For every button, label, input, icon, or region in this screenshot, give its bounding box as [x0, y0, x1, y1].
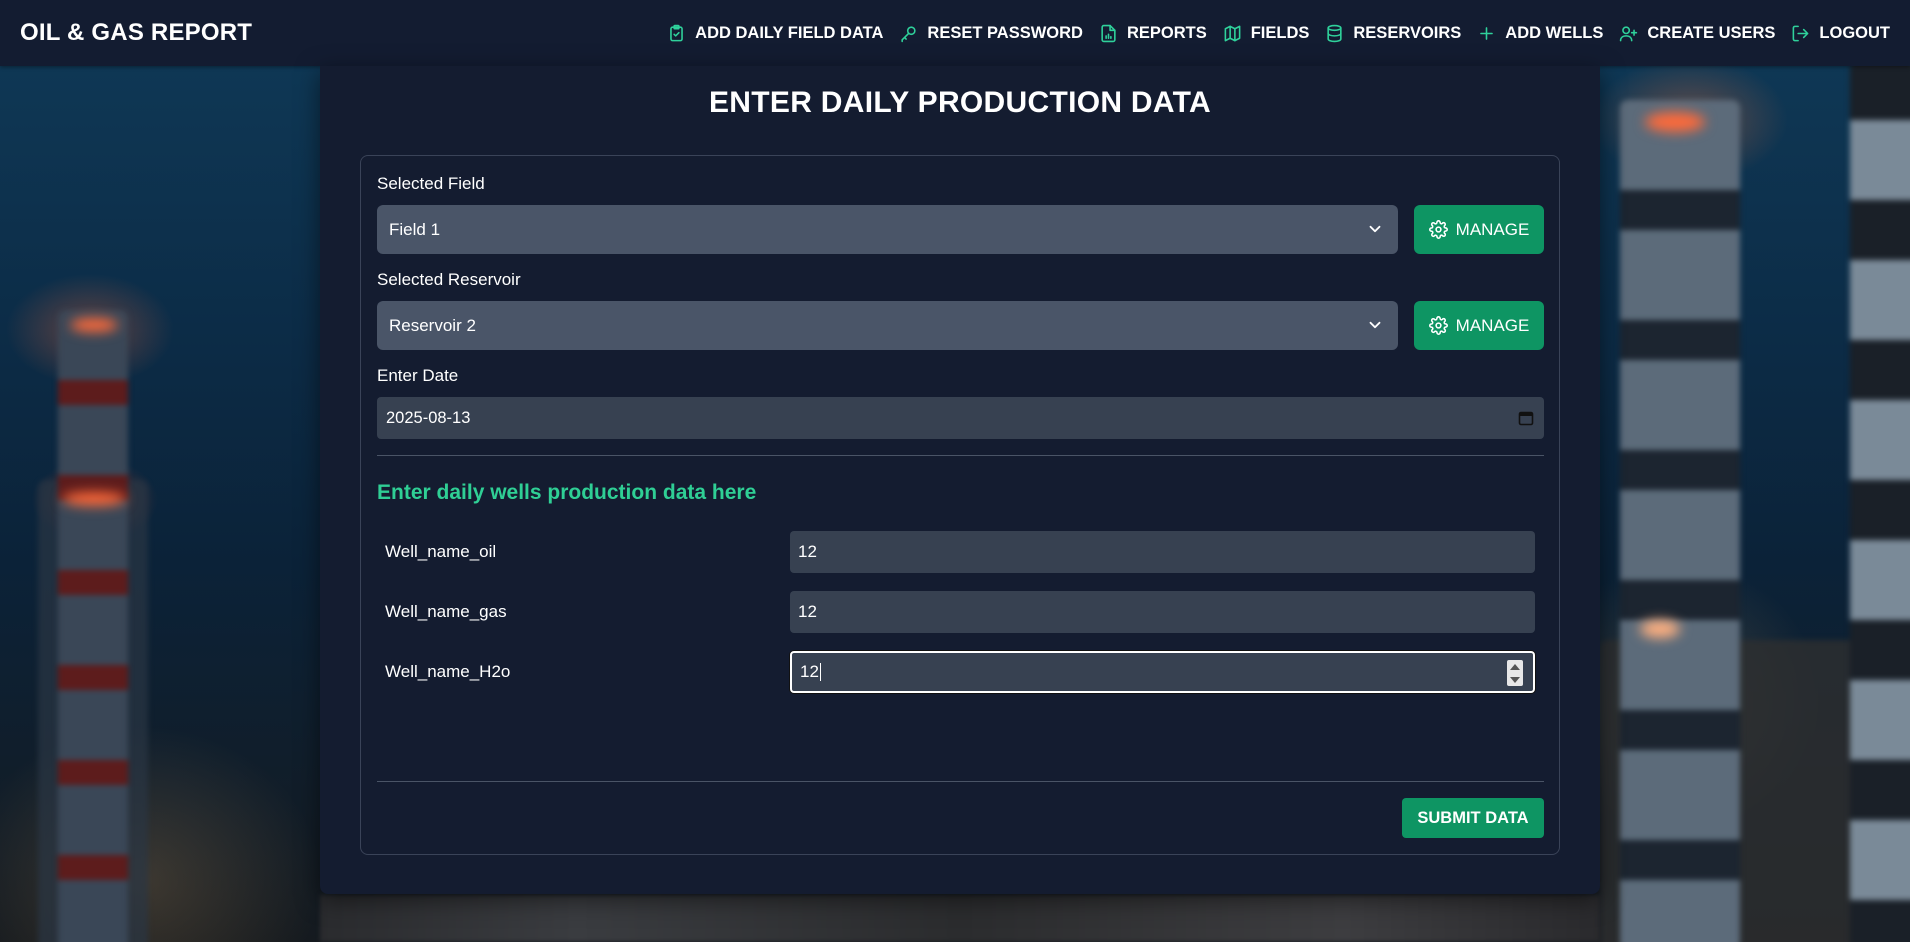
nav-reservoirs[interactable]: RESERVOIRS [1325, 24, 1461, 43]
reservoir-select-value: Reservoir 2 [389, 315, 476, 335]
nav-label: FIELDS [1250, 23, 1310, 42]
well-name: Well_name_H2o [385, 662, 511, 681]
app-brand[interactable]: OIL & GAS REPORT [20, 19, 252, 47]
spinner-down-icon[interactable] [1510, 676, 1520, 683]
nav-label: REPORTS [1126, 23, 1207, 42]
date-label: Enter Date [377, 366, 459, 385]
well-oil-input[interactable]: 12 [790, 531, 1535, 573]
field-select[interactable]: Field 1 [377, 205, 1398, 254]
database-icon [1327, 24, 1343, 42]
nav-label: ADD DAILY FIELD DATA [695, 23, 884, 42]
nav-label: RESERVOIRS [1353, 23, 1462, 42]
nav-reset-password[interactable]: RESET PASSWORD [899, 24, 1083, 43]
gear-icon [1428, 220, 1448, 239]
reservoir-label: Selected Reservoir [377, 270, 521, 289]
production-form: Selected Field Field 1 MANAGE Selected R… [360, 155, 1560, 855]
well-name: Well_name_gas [385, 602, 507, 621]
date-value: 2025-08-13 [386, 408, 471, 427]
well-value: 12 [798, 542, 817, 561]
plus-icon [1480, 26, 1494, 40]
map-icon [1224, 25, 1241, 41]
date-input[interactable]: 2025-08-13 [377, 397, 1544, 439]
key-icon [901, 25, 917, 42]
divider [377, 781, 1544, 782]
manage-reservoir-label: MANAGE [1455, 315, 1530, 335]
wells-section-heading: Enter daily wells production data here [377, 481, 757, 504]
nav-label: CREATE USERS [1647, 23, 1776, 42]
nav-fields[interactable]: FIELDS [1223, 23, 1310, 43]
top-navbar: OIL & GAS REPORT ADD DAILY FIELD DATA RE… [0, 0, 1910, 66]
manage-reservoir-button[interactable]: MANAGE [1414, 301, 1544, 350]
nav-label: LOGOUT [1819, 23, 1890, 42]
chevron-down-icon [1369, 225, 1381, 233]
well-value: 12 [798, 602, 817, 621]
nav-logout[interactable]: LOGOUT [1791, 24, 1890, 43]
clipboard-check-icon [670, 24, 684, 41]
nav-label: RESET PASSWORD [927, 23, 1083, 42]
nav-links: ADD DAILY FIELD DATA RESET PASSWORD REPO… [667, 24, 1890, 43]
submit-data-button[interactable]: SUBMIT DATA [1402, 798, 1544, 838]
production-data-panel: ENTER DAILY PRODUCTION DATA Selected Fie… [320, 66, 1600, 894]
logout-icon [1793, 25, 1809, 41]
manage-field-label: MANAGE [1455, 219, 1530, 239]
calendar-icon[interactable] [1518, 410, 1534, 426]
divider [377, 455, 1544, 456]
well-row: Well_name_gas 12 [385, 591, 1535, 633]
number-spinner[interactable] [1507, 660, 1523, 686]
manage-field-button[interactable]: MANAGE [1414, 205, 1544, 254]
chevron-down-icon [1369, 321, 1381, 329]
well-gas-input[interactable]: 12 [790, 591, 1535, 633]
field-label: Selected Field [377, 174, 485, 193]
well-name: Well_name_oil [385, 542, 497, 561]
spinner-up-icon[interactable] [1510, 663, 1520, 670]
well-row: Well_name_H2o 12 [385, 651, 1535, 693]
nav-add-daily-field-data[interactable]: ADD DAILY FIELD DATA [667, 24, 883, 43]
file-chart-icon [1101, 24, 1116, 42]
user-plus-icon [1620, 25, 1638, 41]
well-h2o-input[interactable]: 12 [790, 651, 1535, 693]
nav-reports[interactable]: REPORTS [1099, 24, 1207, 43]
well-row: Well_name_oil 12 [385, 531, 1535, 573]
gear-icon [1428, 316, 1448, 335]
well-value: 12 [800, 662, 819, 681]
nav-create-users[interactable]: CREATE USERS [1619, 24, 1775, 43]
field-select-value: Field 1 [389, 219, 441, 239]
nav-label: ADD WELLS [1505, 23, 1604, 42]
reservoir-select[interactable]: Reservoir 2 [377, 301, 1398, 350]
nav-add-wells[interactable]: ADD WELLS [1477, 24, 1603, 43]
text-caret [819, 663, 821, 681]
page-title: ENTER DAILY PRODUCTION DATA [708, 86, 1212, 119]
